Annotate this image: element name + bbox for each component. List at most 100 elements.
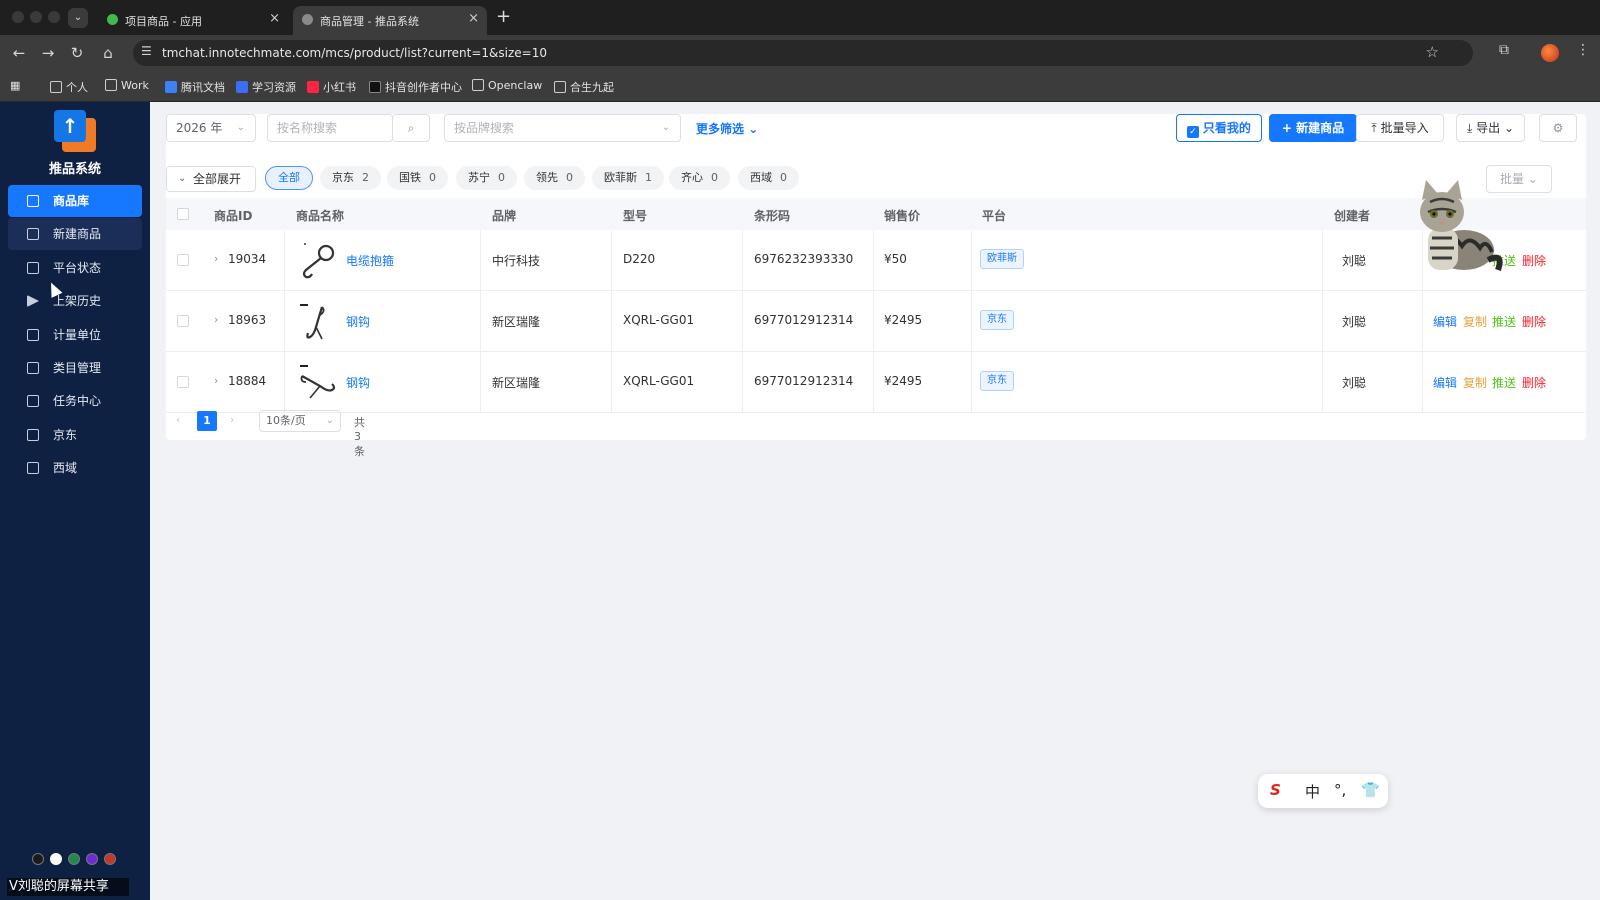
new-tab-button[interactable]: + <box>496 6 511 27</box>
delete-link[interactable]: 删除 <box>1522 374 1546 391</box>
search-button[interactable]: ⌕ <box>392 114 430 142</box>
product-name-link[interactable]: 钢钩 <box>346 313 370 330</box>
edit-link[interactable]: 编辑 <box>1433 313 1457 330</box>
profile-avatar[interactable] <box>1541 44 1559 62</box>
bookmark-link[interactable]: 腾讯文档 <box>165 79 225 95</box>
category-icon <box>27 361 39 374</box>
forward-icon[interactable]: → <box>37 42 59 64</box>
sidebar-item-product-library[interactable]: 商品库 <box>8 185 142 217</box>
sidebar-item-listing-history[interactable]: 上架历史 <box>8 285 142 317</box>
platform-chip-ofs[interactable]: 欧菲斯 1 <box>592 166 664 190</box>
product-name-link[interactable]: 电缆抱箍 <box>346 252 394 269</box>
more-filters-link[interactable]: 更多筛选 ⌄ <box>696 120 758 137</box>
home-icon[interactable]: ⌂ <box>97 42 119 64</box>
platform-chip-suning[interactable]: 苏宁 0 <box>456 166 517 190</box>
table-row[interactable]: › 18963 钢钩 新区瑞隆 XQRL-GG01 6977012912314 … <box>166 291 1586 352</box>
product-list-card: 2026 年 ⌄ 按名称搜索 ⌕ 按品牌搜索 ⌄ 更多筛选 ⌄ ✓ 只看我的 +… <box>166 114 1586 458</box>
reload-icon[interactable]: ↻ <box>66 42 88 64</box>
window-zoom-dot[interactable] <box>48 11 60 23</box>
year-select[interactable]: 2026 年 ⌄ <box>166 114 256 142</box>
sidebar-item-jd[interactable]: 京东 <box>8 419 142 451</box>
apps-grid-icon[interactable]: ▦ <box>10 79 20 92</box>
platform-chip-guotie[interactable]: 国铁 0 <box>387 166 448 190</box>
push-link[interactable]: 推送 <box>1492 374 1516 391</box>
theme-dot-light[interactable] <box>50 853 62 865</box>
export-dropdown[interactable]: ⤓ 导出 ⌄ <box>1456 114 1525 142</box>
browser-tab-1[interactable]: 项目商品 - 应用 × <box>98 6 288 35</box>
sidebar-item-categories[interactable]: 类目管理 <box>8 352 142 384</box>
table-row[interactable]: › 19034 电缆抱箍 中行科技 D220 6976232393330 ¥50… <box>166 230 1586 291</box>
column-header: 条形码 <box>754 209 791 223</box>
platform-chip-lingxian[interactable]: 领先 0 <box>524 166 585 190</box>
sogou-logo-icon[interactable]: S <box>1270 781 1281 799</box>
new-product-button[interactable]: + 新建商品 <box>1269 114 1357 142</box>
sidebar-item-task-center[interactable]: 任务中心 <box>8 385 142 417</box>
next-page-icon[interactable]: › <box>230 413 234 426</box>
barcode-cell: 6977012912314 <box>754 374 854 388</box>
batch-import-button[interactable]: ⤒ 批量导入 <box>1356 114 1444 142</box>
only-mine-toggle[interactable]: ✓ 只看我的 <box>1176 114 1262 142</box>
expand-row-chevron-icon[interactable]: › <box>214 313 218 326</box>
back-icon[interactable]: ← <box>8 42 30 64</box>
theme-dot-green[interactable] <box>68 853 80 865</box>
extensions-icon[interactable]: ⧉ <box>1499 42 1509 58</box>
row-checkbox[interactable] <box>177 254 189 266</box>
platform-chip-qixin[interactable]: 齐心 0 <box>669 166 730 190</box>
sidebar-item-xiyu[interactable]: 西域 <box>8 452 142 484</box>
product-name-link[interactable]: 钢钩 <box>346 374 370 391</box>
address-bar[interactable]: ☰ tmchat.innotechmate.com/mcs/product/li… <box>133 40 1473 66</box>
sidebar-item-platform-status[interactable]: 平台状态 <box>8 252 142 284</box>
page-number-current[interactable]: 1 <box>197 411 217 431</box>
bookmark-link[interactable]: 抖音创作者中心 <box>369 79 462 95</box>
column-header: 销售价 <box>884 209 921 223</box>
window-minimize-dot[interactable] <box>30 11 42 23</box>
select-all-checkbox[interactable] <box>177 208 189 220</box>
ime-mode-toggle[interactable]: 中 <box>1305 781 1320 802</box>
row-checkbox[interactable] <box>177 315 189 327</box>
ime-punctuation-toggle[interactable]: °, <box>1334 781 1346 799</box>
bookmark-link[interactable]: 小红书 <box>307 79 356 95</box>
prev-page-icon[interactable]: ‹ <box>176 413 180 426</box>
bookmark-star-icon[interactable]: ☆ <box>1426 43 1439 61</box>
copy-link[interactable]: 复制 <box>1463 374 1487 391</box>
bookmark-label: 抖音创作者中心 <box>385 81 462 94</box>
sidebar-item-new-product[interactable]: 新建商品 <box>8 218 142 251</box>
settings-button[interactable]: ⚙ <box>1539 114 1577 142</box>
page-size-select[interactable]: 10条/页 ⌄ <box>259 410 341 432</box>
window-close-dot[interactable] <box>12 11 24 23</box>
delete-link[interactable]: 删除 <box>1522 252 1546 269</box>
sidebar-item-units[interactable]: 计量单位 <box>8 319 142 351</box>
bookmark-folder[interactable]: 个人 <box>50 79 88 95</box>
platform-chip-jd[interactable]: 京东 2 <box>320 166 381 190</box>
theme-dot-dark[interactable] <box>32 853 44 865</box>
browser-tab-2[interactable]: 商品管理 - 推品系统 × <box>293 6 487 35</box>
shirt-icon[interactable]: 👕 <box>1361 781 1380 799</box>
table-row[interactable]: › 18884 钢钩 新区瑞隆 XQRL-GG01 6977012912314 … <box>166 352 1586 413</box>
expand-row-chevron-icon[interactable]: › <box>214 252 218 265</box>
chip-count: 2 <box>362 171 369 184</box>
theme-dot-red[interactable] <box>104 853 116 865</box>
edit-link[interactable]: 编辑 <box>1433 374 1457 391</box>
tab-close-icon[interactable]: × <box>269 11 280 26</box>
bookmark-folder[interactable]: Work <box>105 79 149 92</box>
tab-search-icon[interactable]: ⌄ <box>68 8 88 28</box>
bookmark-link[interactable]: 学习资源 <box>236 79 296 95</box>
push-link[interactable]: 推送 <box>1492 313 1516 330</box>
delete-link[interactable]: 删除 <box>1522 313 1546 330</box>
platform-chip-xiyu[interactable]: 西域 0 <box>738 166 799 190</box>
theme-dot-purple[interactable] <box>86 853 98 865</box>
bookmark-folder[interactable]: Openclaw <box>472 79 542 92</box>
desktop-pet-cat[interactable] <box>1406 172 1510 276</box>
tab-close-icon[interactable]: × <box>468 11 479 26</box>
row-checkbox[interactable] <box>177 376 189 388</box>
platform-chip-all[interactable]: 全部 <box>265 166 313 190</box>
screen-share-label: V刘聪的屏幕共享 <box>7 878 129 896</box>
copy-link[interactable]: 复制 <box>1463 313 1487 330</box>
name-search-input[interactable]: 按名称搜索 <box>267 114 393 142</box>
browser-menu-icon[interactable]: ⋮ <box>1576 42 1590 58</box>
bookmark-folder[interactable]: 合生九起 <box>554 79 614 95</box>
expand-row-chevron-icon[interactable]: › <box>214 374 218 387</box>
site-settings-icon[interactable]: ☰ <box>141 44 152 58</box>
brand-search-select[interactable]: 按品牌搜索 ⌄ <box>444 114 681 142</box>
expand-all-button[interactable]: ⌄ 全部展开 <box>166 166 256 192</box>
